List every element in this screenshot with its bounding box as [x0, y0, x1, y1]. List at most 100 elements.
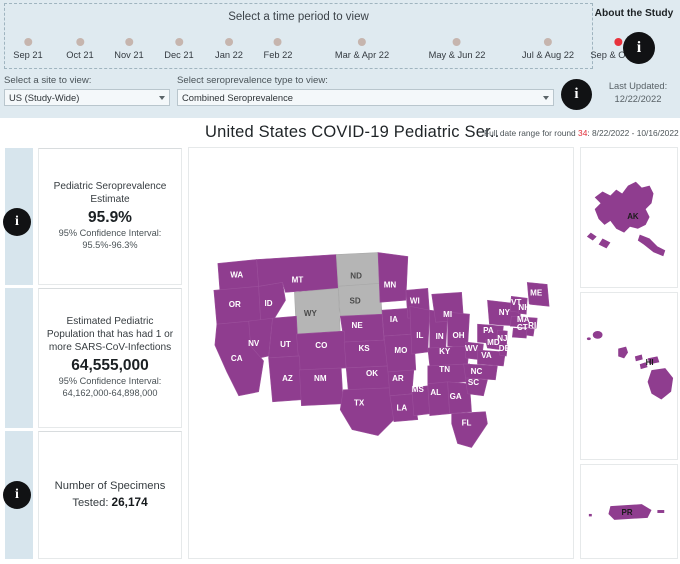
round-number: 34	[578, 128, 588, 138]
alaska-map-svg[interactable]: AK	[581, 148, 677, 287]
site-select-label: Select a site to view:	[4, 75, 92, 86]
chevron-down-icon	[159, 95, 165, 100]
type-select-group: Select seroprevalence type to view: Comb…	[177, 75, 554, 106]
state-OR[interactable]	[213, 286, 261, 325]
timeline-dot[interactable]	[175, 38, 183, 46]
stat-card-2: Estimated Pediatric Population that has …	[0, 288, 183, 428]
us-map-panel[interactable]: WA OR ID MT ND SD WY NE NV UT CO KS CA AZ NM OK TX MN IA WI…	[188, 147, 574, 559]
last-updated-label: Last Updated:	[608, 80, 668, 91]
timeline-title: Select a time period to view	[228, 11, 369, 23]
site-select[interactable]: US (Study-Wide)	[4, 89, 170, 106]
about-the-study-link[interactable]: About the Study	[591, 8, 677, 19]
state-ME[interactable]	[526, 282, 550, 307]
info-icon[interactable]: i	[3, 208, 31, 236]
state-FL[interactable]	[451, 411, 488, 448]
info-icon[interactable]: i	[561, 79, 592, 110]
state-VT[interactable]	[510, 295, 520, 313]
stat-value: 26,174	[111, 494, 148, 509]
state-NH[interactable]	[517, 296, 528, 315]
timeline-dot[interactable]	[453, 38, 461, 46]
info-icon[interactable]: i	[3, 481, 31, 509]
timeline-dot[interactable]	[613, 38, 622, 46]
stat-heading: Pediatric Seroprevalence Estimate	[53, 181, 167, 206]
puerto-rico-map-svg[interactable]: PR	[581, 465, 677, 558]
timeline-label: Nov 21	[114, 50, 144, 60]
state-SD[interactable]	[337, 283, 383, 317]
stat-value: 64,555,000	[71, 356, 149, 374]
us-map-svg[interactable]: WAOR IDMT NDSDWYNENV UT CO KSCAAZ NMOKTXMNIAWI…	[189, 148, 573, 558]
alaska-inset[interactable]: AK	[580, 147, 678, 288]
state-AL[interactable]	[427, 381, 450, 417]
site-select-value: US (Study-Wide)	[9, 92, 80, 103]
chevron-down-icon	[543, 95, 549, 100]
date-range-note: Full date range for round 34: 8/22/2022 …	[484, 128, 679, 138]
state-ID[interactable]	[258, 282, 286, 321]
timeline-label: Jan 22	[215, 50, 243, 60]
state-RI[interactable]	[525, 327, 535, 337]
stat-ci-label: 95% Confidence Interval:	[58, 375, 162, 386]
timeline-tick-sep-21[interactable]: Sep 21	[13, 38, 43, 60]
info-icon[interactable]: i	[623, 32, 655, 64]
stat-heading-text: Number of Specimens Tested:	[54, 480, 166, 509]
timeline-tick-jan-22[interactable]: Jan 22	[215, 38, 243, 60]
state-KS[interactable]	[343, 339, 389, 369]
timeline-dot[interactable]	[357, 38, 366, 46]
puerto-rico-inset[interactable]: PR	[580, 464, 678, 559]
last-updated-value: 12/22/2022	[614, 92, 662, 104]
seroprevalence-dashboard: Select a time period to view Sep 21 Oct 2…	[0, 0, 680, 564]
state-SC[interactable]	[465, 377, 488, 397]
state-AR[interactable]	[387, 369, 415, 397]
seroprevalence-type-select[interactable]: Combined Seroprevalence	[177, 89, 554, 106]
timeline-label: Mar & Apr 22	[334, 50, 390, 60]
timeline-dot[interactable]	[75, 38, 84, 46]
timeline-label: Dec 21	[164, 50, 194, 60]
state-MA[interactable]	[509, 315, 538, 329]
timeline-selector[interactable]: Select a time period to view Sep 21 Oct 2…	[4, 3, 646, 69]
timeline-label: May & Jun 22	[428, 50, 486, 60]
state-ND[interactable]	[335, 252, 381, 287]
state-WA[interactable]	[217, 259, 259, 291]
timeline-dot[interactable]	[224, 38, 233, 46]
hawaii-map-svg[interactable]: HI	[581, 293, 677, 459]
state-IL[interactable]	[409, 305, 431, 355]
timeline-dot[interactable]	[125, 38, 133, 46]
timeline-tick-oct-21[interactable]: Oct 21	[66, 38, 94, 60]
state-MS[interactable]	[411, 385, 431, 417]
timeline-tick-may-jun-22[interactable]: May & Jun 22	[428, 38, 486, 60]
type-select-value: Combined Seroprevalence	[182, 92, 294, 103]
state-CO[interactable]	[296, 330, 347, 371]
timeline-tick-jul-aug-22[interactable]: Jul & Aug 22	[522, 38, 574, 60]
state-UT[interactable]	[268, 315, 299, 359]
state-OK[interactable]	[345, 365, 392, 391]
state-TN[interactable]	[427, 363, 470, 385]
stat-ci-value: 95.5%-96.3%	[82, 239, 138, 250]
timeline-label: Feb 22	[263, 50, 293, 60]
state-WY[interactable]	[294, 288, 341, 335]
hawaii-inset[interactable]: HI	[580, 292, 678, 460]
state-AZ[interactable]	[268, 355, 302, 403]
date-range-prefix: Full date range for round	[484, 128, 579, 138]
timeline-dot[interactable]	[24, 38, 32, 46]
state-NC[interactable]	[463, 363, 498, 381]
state-CT[interactable]	[511, 327, 528, 339]
timeline-tick-feb-22[interactable]: Feb 22	[263, 38, 293, 60]
stat-body: Estimated Pediatric Population that has …	[38, 288, 182, 428]
stat-card-3: Number of Specimens Tested: 26,174 i	[0, 431, 183, 559]
timeline-label: Jul & Aug 22	[521, 50, 575, 60]
state-NM[interactable]	[299, 367, 344, 407]
stat-body: Pediatric Seroprevalence Estimate 95.9% 95…	[38, 148, 182, 285]
timeline-tick-dec-21[interactable]: Dec 21	[164, 38, 194, 60]
type-select-label: Select seroprevalence type to view:	[177, 75, 328, 86]
timeline-label: Oct 21	[66, 50, 94, 60]
timeline-dot[interactable]	[273, 38, 282, 46]
timeline-dot[interactable]	[544, 38, 552, 46]
stat-value: 95.9%	[88, 208, 132, 226]
state-TX[interactable]	[339, 387, 397, 436]
timeline-tick-mar-apr-22[interactable]: Mar & Apr 22	[335, 38, 389, 60]
state-NJ[interactable]	[496, 329, 508, 349]
timeline-tick-nov-21[interactable]: Nov 21	[114, 38, 144, 60]
state-KY[interactable]	[427, 345, 470, 367]
state-NE[interactable]	[339, 313, 385, 343]
state-MN[interactable]	[377, 252, 409, 303]
page-title-subject: COVID-19 Pediatric Ser..	[311, 123, 500, 141]
